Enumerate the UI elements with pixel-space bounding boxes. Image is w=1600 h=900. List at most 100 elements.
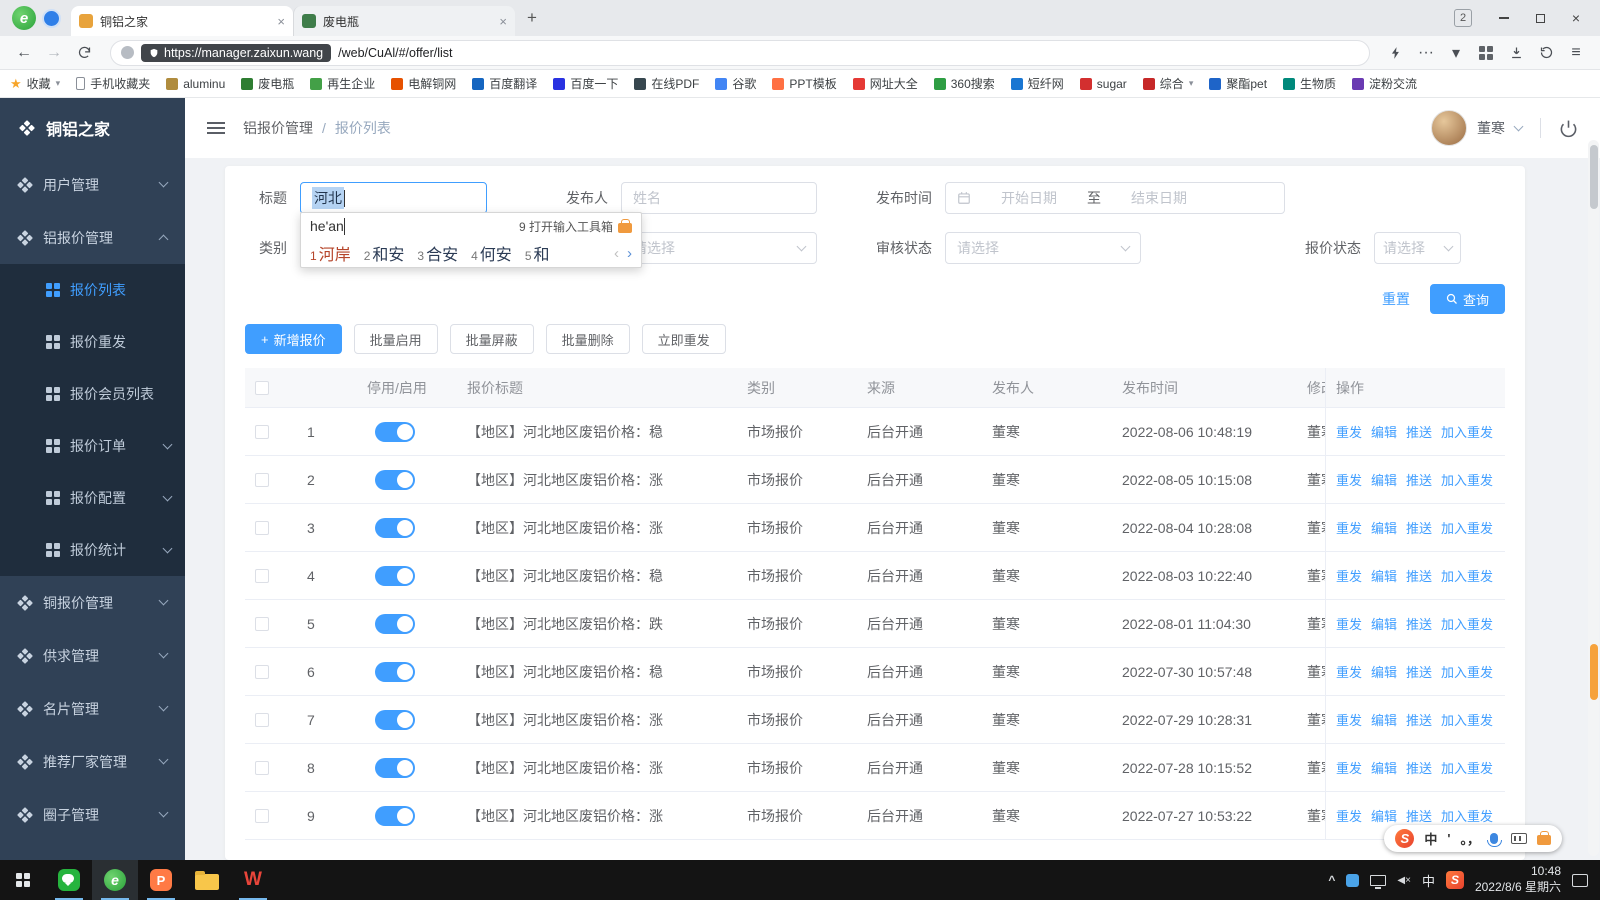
browser-profile-icon[interactable] bbox=[42, 8, 61, 28]
row-checkbox[interactable] bbox=[255, 664, 269, 679]
minimize-button[interactable] bbox=[1486, 0, 1522, 36]
bookmark-item[interactable]: 百度一下 bbox=[553, 75, 618, 92]
row-checkbox[interactable] bbox=[255, 616, 269, 631]
action-link[interactable]: 重发 bbox=[1336, 758, 1362, 777]
logout-power-icon[interactable] bbox=[1559, 119, 1578, 138]
row-checkbox[interactable] bbox=[255, 760, 269, 775]
ime-apostrophe[interactable]: ' bbox=[1447, 831, 1450, 846]
ime-candidate[interactable]: 2 和安 bbox=[364, 241, 405, 265]
action-link[interactable]: 加入重发 bbox=[1441, 518, 1493, 537]
sidebar-item[interactable]: 推荐厂家管理 bbox=[0, 735, 185, 788]
ime-candidate[interactable]: 3 合安 bbox=[417, 241, 458, 265]
action-link[interactable]: 推送 bbox=[1406, 614, 1432, 633]
action-link[interactable]: 加入重发 bbox=[1441, 470, 1493, 489]
sidebar-item[interactable]: 铜报价管理 bbox=[0, 576, 185, 629]
enable-toggle[interactable] bbox=[375, 469, 415, 490]
close-button[interactable]: × bbox=[1558, 0, 1594, 36]
forward-button[interactable]: → bbox=[40, 39, 68, 67]
row-checkbox[interactable] bbox=[255, 568, 269, 583]
bookmark-item[interactable]: 短纤网 bbox=[1010, 75, 1064, 92]
quote-status-select[interactable]: 请选择 bbox=[1374, 232, 1461, 264]
chevron-down-icon[interactable] bbox=[1513, 121, 1524, 131]
clock[interactable]: 10:48 2022/8/6 星期六 bbox=[1475, 864, 1561, 895]
bookmark-item[interactable]: 电解铜网 bbox=[391, 75, 456, 92]
action-link[interactable]: 推送 bbox=[1406, 518, 1432, 537]
more-icon[interactable]: ··· bbox=[1412, 39, 1440, 67]
action-link[interactable]: 重发 bbox=[1336, 422, 1362, 441]
browser-tab-1[interactable]: 铜铝之家 × bbox=[71, 6, 293, 36]
flash-boost-icon[interactable] bbox=[1382, 39, 1410, 67]
enable-toggle[interactable] bbox=[375, 517, 415, 538]
volume-muted-icon[interactable]: ◀× bbox=[1397, 875, 1411, 886]
enable-toggle[interactable] bbox=[375, 421, 415, 442]
toolbox-icon[interactable] bbox=[1537, 831, 1551, 845]
next-page-icon[interactable]: › bbox=[627, 245, 632, 262]
action-link[interactable]: 加入重发 bbox=[1441, 614, 1493, 633]
title-input[interactable]: 河北 bbox=[300, 182, 487, 214]
sidebar-subitem[interactable]: 报价列表 bbox=[0, 264, 185, 316]
bookmark-item[interactable]: 生物质 bbox=[1283, 75, 1336, 92]
breadcrumb-parent[interactable]: 铝报价管理 bbox=[243, 118, 313, 138]
action-link[interactable]: 编辑 bbox=[1371, 662, 1397, 681]
action-link[interactable]: 重发 bbox=[1336, 518, 1362, 537]
collapse-sidebar-icon[interactable] bbox=[207, 127, 225, 129]
action-link[interactable]: 加入重发 bbox=[1441, 422, 1493, 441]
chevron-down-icon[interactable]: ▾ bbox=[1442, 39, 1470, 67]
resend-now-button[interactable]: 立即重发 bbox=[641, 324, 726, 354]
sidebar-item[interactable]: 圈子管理 bbox=[0, 788, 185, 841]
sidebar-item[interactable]: 用户管理 bbox=[0, 158, 185, 211]
source-select[interactable]: 请选择 bbox=[621, 232, 817, 264]
avatar[interactable] bbox=[1431, 110, 1467, 146]
reset-button[interactable]: 重置 bbox=[1382, 289, 1410, 309]
sogou-logo-icon[interactable]: S bbox=[1395, 829, 1415, 848]
add-quote-button[interactable]: + 新增报价 bbox=[245, 324, 342, 354]
ime-punctuation[interactable]: 。， bbox=[1460, 829, 1480, 848]
taskbar-wechat-icon[interactable] bbox=[46, 860, 92, 900]
action-link[interactable]: 编辑 bbox=[1371, 518, 1397, 537]
sogou-tray-icon[interactable]: S bbox=[1445, 871, 1464, 889]
user-name[interactable]: 董寒 bbox=[1477, 118, 1505, 138]
action-link[interactable]: 重发 bbox=[1336, 806, 1362, 825]
bookmark-item[interactable]: 百度翻译 bbox=[472, 75, 537, 92]
bookmark-item[interactable]: 360搜索 bbox=[933, 75, 995, 92]
enable-toggle[interactable] bbox=[375, 613, 415, 634]
action-link[interactable]: 推送 bbox=[1406, 470, 1432, 489]
action-link[interactable]: 编辑 bbox=[1371, 806, 1397, 825]
app-logo[interactable]: 铜铝之家 bbox=[0, 98, 185, 158]
end-date-placeholder[interactable]: 结束日期 bbox=[1111, 188, 1207, 208]
select-all-checkbox[interactable] bbox=[255, 380, 269, 395]
bookmark-item[interactable]: ★ 收藏 ▾ bbox=[10, 75, 60, 92]
bookmark-item[interactable]: 谷歌 bbox=[715, 75, 756, 92]
action-link[interactable]: 编辑 bbox=[1371, 470, 1397, 489]
batch-block-button[interactable]: 批量屏蔽 bbox=[449, 324, 534, 354]
start-button[interactable] bbox=[0, 860, 46, 900]
sidebar-subitem[interactable]: 报价重发 bbox=[0, 316, 185, 368]
action-link[interactable]: 推送 bbox=[1406, 422, 1432, 441]
scrollbar-thumb[interactable] bbox=[1589, 145, 1598, 209]
action-link[interactable]: 加入重发 bbox=[1441, 758, 1493, 777]
row-checkbox[interactable] bbox=[255, 712, 269, 727]
action-link[interactable]: 重发 bbox=[1336, 566, 1362, 585]
enable-toggle[interactable] bbox=[375, 661, 415, 682]
tray-display-icon[interactable] bbox=[1370, 874, 1387, 889]
action-link[interactable]: 重发 bbox=[1336, 470, 1362, 489]
sidebar-item[interactable]: 铝报价管理 bbox=[0, 211, 185, 264]
action-link[interactable]: 重发 bbox=[1336, 614, 1362, 633]
action-link[interactable]: 重发 bbox=[1336, 662, 1362, 681]
ime-language-indicator[interactable]: 中 bbox=[1422, 871, 1435, 890]
refresh-button[interactable] bbox=[70, 39, 98, 67]
bookmark-item[interactable]: 再生企业 bbox=[310, 75, 375, 92]
bookmark-item[interactable]: 废电瓶 bbox=[241, 75, 294, 92]
microphone-icon[interactable] bbox=[1486, 833, 1502, 847]
history-restore-icon[interactable] bbox=[1532, 39, 1560, 67]
scrollbar-marker[interactable] bbox=[1589, 644, 1598, 700]
sidebar-item[interactable]: 供求管理 bbox=[0, 629, 185, 682]
row-checkbox[interactable] bbox=[255, 808, 269, 823]
maximize-button[interactable] bbox=[1522, 0, 1558, 36]
batch-delete-button[interactable]: 批量删除 bbox=[545, 324, 630, 354]
action-link[interactable]: 推送 bbox=[1406, 566, 1432, 585]
action-link[interactable]: 推送 bbox=[1406, 662, 1432, 681]
action-link[interactable]: 推送 bbox=[1406, 710, 1432, 729]
bookmark-item[interactable]: aluminu bbox=[166, 77, 225, 91]
action-link[interactable]: 编辑 bbox=[1371, 614, 1397, 633]
